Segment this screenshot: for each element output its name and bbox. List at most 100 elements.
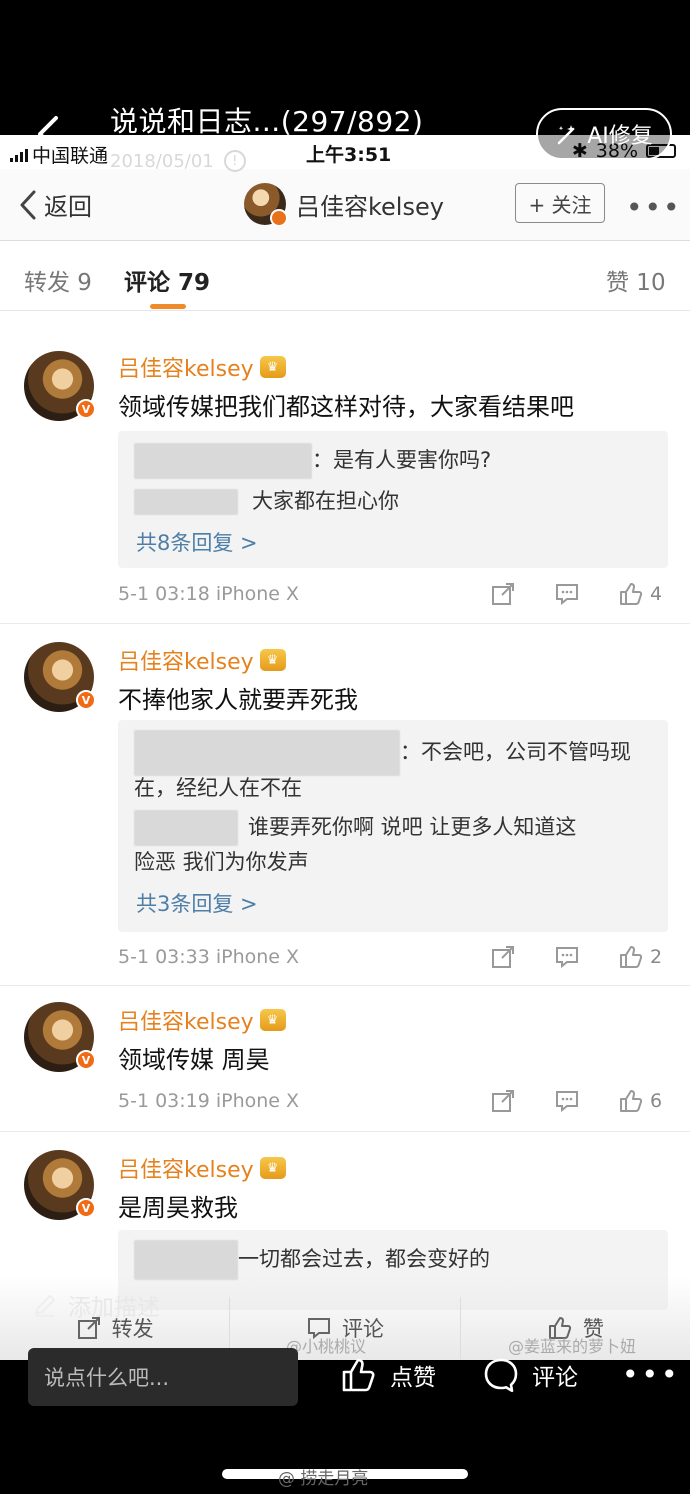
comment-item: V 吕佳容kelsey ♛ 不捧他家人就要弄死我 ：不会吧，公司不管吗现 在，经纪… <box>0 624 690 986</box>
watermark: @姜蓝来的萝卜妞 <box>508 1337 637 1356</box>
comment-actions: 4 <box>490 581 682 607</box>
crown-icon: ♛ <box>259 1157 286 1179</box>
author-name: 吕佳容kelsey <box>118 650 254 675</box>
comment-item: V 吕佳容kelsey ♛ 领域传媒把我们都这样对待，大家看结果吧 ：是有人要害你… <box>0 311 690 624</box>
crown-icon: ♛ <box>259 356 286 378</box>
ai-fix-label: AI修复 <box>587 124 653 149</box>
tab-repost[interactable]: 转发 9 <box>24 263 92 297</box>
thumbs-up-icon <box>620 1090 643 1112</box>
avatar[interactable]: V <box>24 642 96 712</box>
author-name: 吕佳容kelsey <box>118 1010 254 1035</box>
share-icon <box>492 583 514 605</box>
viewer-comment-label: 评论 <box>532 1365 578 1391</box>
reply-line: 大家都在担心你 <box>134 485 399 517</box>
reply-line: 在，经纪人在不在 <box>134 776 302 800</box>
reply-line: 险恶 我们为你发声 <box>134 850 309 874</box>
comment-author[interactable]: 吕佳容kelsey ♛ <box>118 1004 286 1036</box>
viewer-more-icon[interactable]: ••• <box>622 1358 681 1391</box>
avatar <box>244 183 288 227</box>
blurred-username <box>134 443 312 479</box>
blurred-username <box>134 730 400 776</box>
comment-text: 不捧他家人就要弄死我 <box>118 686 358 714</box>
more-replies-link[interactable]: 共8条回复 > <box>136 527 258 557</box>
thumbs-up-icon <box>620 946 643 968</box>
bottom-watermark: @ 捞走月亮 <box>278 1469 369 1489</box>
crown-icon: ♛ <box>259 1009 286 1031</box>
reply-text: 一切都会过去，都会变好的 <box>238 1247 490 1271</box>
speech-bubble-icon <box>484 1358 518 1393</box>
info-icon[interactable]: ! <box>223 150 246 172</box>
comment-text: 是周昊救我 <box>118 1194 238 1222</box>
share-button[interactable] <box>490 1088 554 1114</box>
like-count: 4 <box>650 583 663 605</box>
avatar[interactable]: V <box>24 1002 96 1072</box>
comment-author[interactable]: 吕佳容kelsey ♛ <box>118 644 286 676</box>
reply-button[interactable] <box>554 944 618 970</box>
comment-icon <box>556 947 578 969</box>
like-button[interactable]: 4 <box>618 581 682 607</box>
back-chevron-icon[interactable] <box>30 112 66 156</box>
reply-line: 谁要弄死你啊 说吧 让更多人知道这 <box>134 810 576 846</box>
status-time: 上午3:51 <box>306 144 392 166</box>
viewer-like-button[interactable]: 点赞 <box>340 1356 436 1394</box>
comment-icon <box>556 1091 578 1113</box>
signal-icon <box>10 148 28 162</box>
like-count: 6 <box>650 1090 663 1112</box>
back-label: 返回 <box>44 193 92 221</box>
verified-icon: V <box>76 399 96 419</box>
nav-user[interactable]: 吕佳容kelsey <box>244 183 444 227</box>
reply-text: ：是有人要害你吗? <box>312 448 492 472</box>
verified-icon: V <box>76 690 96 710</box>
magic-wand-icon <box>557 125 576 145</box>
comment-input[interactable]: 说点什么吧... <box>28 1348 298 1406</box>
viewer-comment-button[interactable]: 评论 <box>482 1356 578 1394</box>
follow-button[interactable]: + 关注 <box>515 183 605 223</box>
like-button[interactable]: 2 <box>618 944 682 970</box>
reply-line: 一切都会过去，都会变好的 <box>134 1240 490 1280</box>
blurred-username <box>134 810 238 846</box>
more-icon[interactable]: ••• <box>626 191 682 224</box>
viewer-like-label: 点赞 <box>390 1365 436 1391</box>
share-button[interactable] <box>490 581 554 607</box>
ai-fix-button[interactable]: AI修复 <box>536 108 672 160</box>
share-button[interactable] <box>490 944 554 970</box>
reply-button[interactable] <box>554 1088 618 1114</box>
back-arrow-icon <box>20 190 36 219</box>
like-button[interactable]: 6 <box>618 1088 682 1114</box>
reply-box[interactable]: ：不会吧，公司不管吗现 在，经纪人在不在 谁要弄死你啊 说吧 让更多人知道这 险… <box>118 720 668 932</box>
nav-back-button[interactable]: 返回 <box>18 187 92 222</box>
thumbs-up-icon <box>342 1358 375 1392</box>
add-description-button[interactable]: 添加描述 <box>32 1288 160 1322</box>
blurred-username <box>134 1240 238 1280</box>
like-count: 2 <box>650 946 663 968</box>
thumbs-up-icon <box>620 583 643 605</box>
more-replies-link[interactable]: 共3条回复 > <box>136 888 258 918</box>
verified-icon: V <box>76 1050 96 1070</box>
reply-button[interactable] <box>554 581 618 607</box>
avatar[interactable]: V <box>24 351 96 421</box>
author-name: 吕佳容kelsey <box>118 1158 254 1183</box>
tab-likes[interactable]: 赞 10 <box>606 263 666 297</box>
avatar[interactable]: V <box>24 1150 96 1220</box>
reply-text: 谁要弄死你啊 说吧 让更多人知道这 <box>248 815 577 839</box>
comment-author[interactable]: 吕佳容kelsey ♛ <box>118 351 286 383</box>
comment-text: 领域传媒 周昊 <box>118 1046 270 1074</box>
comment-list: V 吕佳容kelsey ♛ 领域传媒把我们都这样对待，大家看结果吧 ：是有人要害你… <box>0 311 690 1360</box>
reply-line: ：是有人要害你吗? <box>134 443 491 479</box>
pencil-icon <box>35 1295 55 1317</box>
weibo-nav-bar: 返回 吕佳容kelsey + 关注 ••• <box>0 169 690 241</box>
reply-text: 大家都在担心你 <box>252 489 399 513</box>
comment-meta: 5-1 03:33 iPhone X <box>118 946 300 968</box>
share-icon <box>492 946 514 968</box>
photo-date-text: 2018/05/01 <box>110 150 214 172</box>
tab-comments[interactable]: 评论 79 <box>124 263 210 297</box>
blurred-username <box>134 489 238 515</box>
add-description-label: 添加描述 <box>68 1295 160 1321</box>
reply-box[interactable]: ：是有人要害你吗? 大家都在担心你 共8条回复 > <box>118 431 668 568</box>
tab-underline <box>150 304 186 309</box>
comment-actions: 2 <box>490 944 682 970</box>
photo-content: 中国联通 上午3:51 ✱ 38% 返回 吕佳容kelsey + 关注 ••• … <box>0 135 690 1360</box>
comment-icon <box>556 584 578 606</box>
comment-author[interactable]: 吕佳容kelsey ♛ <box>118 1152 286 1184</box>
comment-text: 领域传媒把我们都这样对待，大家看结果吧 <box>118 393 574 421</box>
